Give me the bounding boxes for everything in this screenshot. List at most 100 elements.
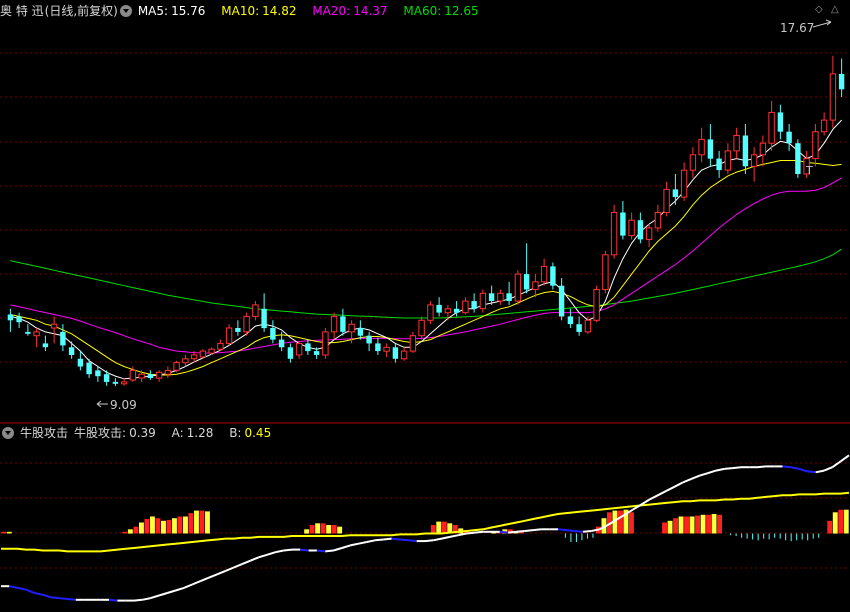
- indicator-main-line-segment: [400, 538, 409, 542]
- indicator-bar: [326, 525, 332, 534]
- indicator-bar: [430, 525, 436, 534]
- indicator-main-line-segment: [466, 531, 476, 535]
- candle-body: [330, 315, 338, 333]
- candle-body: [409, 335, 417, 352]
- indicator-main-line-segment: [499, 530, 509, 534]
- candle-body: [698, 138, 705, 156]
- candle-body: [366, 335, 372, 344]
- indicator-main-line-segment: [690, 474, 700, 481]
- indicator-main-line-segment: [258, 553, 268, 559]
- candle-body: [654, 212, 662, 229]
- stock-name[interactable]: 奥 特 迅: [0, 2, 44, 20]
- indicator-bar: [843, 509, 849, 534]
- indicator-main-line-segment: [383, 537, 392, 541]
- indicator-bar: [205, 511, 210, 534]
- indicator-main-line-segment: [142, 597, 151, 601]
- candle-body: [164, 369, 172, 375]
- indicator-bar: [673, 518, 678, 534]
- candle-body: [829, 73, 837, 121]
- candle-body: [427, 304, 434, 321]
- indicator-bar: [320, 523, 326, 534]
- indicator-main-line-segment: [458, 532, 467, 537]
- indicator-bar: [618, 510, 623, 534]
- indicator-main-line-segment: [449, 534, 459, 538]
- stock-chart[interactable]: 17.67 9.09 T: [0, 0, 850, 612]
- ma10-line: [10, 160, 842, 376]
- candle-body: [86, 362, 92, 375]
- indicator-bar: [139, 522, 144, 534]
- candle-body: [33, 331, 40, 337]
- indicator-main-line-segment: [665, 485, 675, 492]
- candle-body: [610, 212, 618, 256]
- candle-body: [375, 343, 381, 352]
- dropdown-circle-icon[interactable]: [119, 4, 132, 17]
- candle-body: [208, 348, 215, 354]
- candle-body: [95, 370, 101, 377]
- candle-body: [795, 143, 801, 174]
- ma20-label: MA20: 14.37: [312, 4, 388, 18]
- candle-body: [689, 154, 697, 171]
- ma60-line-group: [10, 248, 842, 319]
- candle-body: [672, 189, 679, 198]
- indicator-bar: [695, 515, 700, 534]
- indicator-main-line-segment: [533, 528, 542, 532]
- candle-body: [305, 343, 311, 352]
- candle-body: [42, 343, 49, 348]
- low-price-label: 9.09: [110, 398, 137, 412]
- candle-body: [733, 135, 740, 152]
- indicator-bars: [1, 509, 849, 542]
- indicator-main-line-segment: [109, 598, 118, 602]
- candle-body: [540, 265, 548, 283]
- indicator-bar: [199, 510, 205, 534]
- indicator-bar: [838, 509, 844, 534]
- candle-body: [750, 154, 758, 167]
- indicator-main-line-segment: [333, 547, 343, 552]
- triangle-icon[interactable]: △: [831, 4, 839, 15]
- candle-body: [50, 323, 58, 329]
- indicator-menu-icon[interactable]: [2, 426, 14, 439]
- candle-body: [60, 331, 66, 346]
- indicator-bar: [161, 520, 166, 534]
- indicator-main-line-segment: [191, 580, 201, 586]
- ma10-line-group: [10, 160, 842, 376]
- candle-body: [7, 314, 14, 321]
- indicator-main-line-segment: [582, 530, 592, 533]
- candle-body: [680, 169, 688, 198]
- candle-body: [138, 373, 145, 379]
- indicator-main-line-segment: [150, 594, 160, 600]
- indicator-main-line-segment: [566, 529, 575, 532]
- indicator-main-line-segment: [524, 529, 534, 532]
- indicator-bar: [337, 526, 343, 534]
- candle-body: [602, 254, 609, 291]
- indicator-bar: [133, 526, 139, 534]
- indicator-name[interactable]: 牛股攻击: [20, 424, 68, 442]
- indicator-main-line-segment: [275, 549, 284, 554]
- candle-body: [199, 350, 207, 358]
- candle-body: [270, 328, 276, 340]
- indicator-bar: [684, 516, 689, 534]
- candle-body: [506, 293, 512, 301]
- diamond-icon[interactable]: ◇: [815, 4, 823, 15]
- indicator-bar: [150, 516, 155, 534]
- candle-body: [532, 281, 539, 290]
- ma10-label: MA10: 14.82: [221, 4, 297, 18]
- candle-body: [777, 112, 784, 132]
- indicator-main-line-segment: [790, 466, 800, 470]
- indicator-main-line-segment: [391, 537, 401, 541]
- indicator-main-line-segment: [715, 467, 725, 472]
- indicator-main-line-segment: [807, 470, 816, 474]
- indicator-main-line-segment: [316, 549, 326, 553]
- candle-body: [392, 347, 399, 359]
- low-annotation: 9.09: [96, 398, 137, 412]
- candle-body: [471, 301, 477, 309]
- indicator-main-line-segment: [341, 544, 351, 549]
- candle-body: [820, 119, 828, 133]
- indicator-main-line-segment: [50, 596, 60, 600]
- candle-body: [383, 346, 390, 352]
- candle-body: [645, 227, 653, 240]
- candle-body: [759, 142, 767, 156]
- candle-body: [77, 358, 84, 367]
- indicator-bar: [122, 531, 128, 534]
- price-grid: [0, 52, 850, 363]
- candle-body: [261, 308, 267, 329]
